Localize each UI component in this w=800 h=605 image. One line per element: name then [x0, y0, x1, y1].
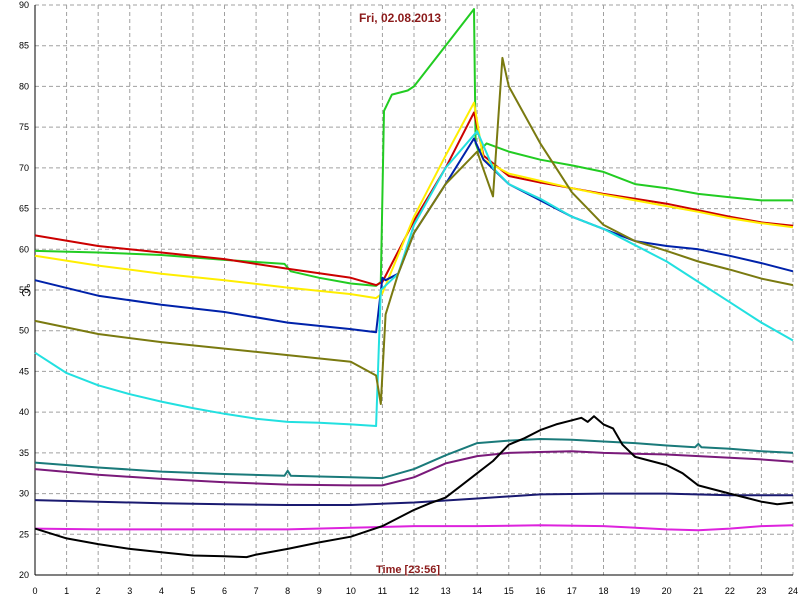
x-tick-label: 22 [725, 586, 735, 596]
y-tick-label: 80 [19, 81, 29, 91]
y-tick-label: 45 [19, 366, 29, 376]
x-axis-label: Time [23:56] [376, 564, 440, 576]
x-tick-label: 18 [598, 586, 608, 596]
x-tick-label: 6 [222, 586, 227, 596]
x-tick-label: 8 [285, 586, 290, 596]
y-tick-label: 30 [19, 489, 29, 499]
y-tick-label: 70 [19, 163, 29, 173]
x-tick-label: 13 [441, 586, 451, 596]
chart-svg: 0 1 2 3 4 5 6 7 8 9 10 11 12 13 14 15 16 17 18 19 20 21 22 23 24… [0, 0, 800, 600]
x-tick-label: 20 [662, 586, 672, 596]
chart-background [0, 0, 800, 600]
y-tick-label: 35 [19, 448, 29, 458]
y-tick-label: 85 [19, 41, 29, 51]
x-tick-label: 1 [64, 586, 69, 596]
y-tick-label: 90 [19, 0, 29, 10]
x-tick-label: 11 [378, 586, 387, 596]
y-axis-label: °C [19, 283, 33, 297]
x-tick-label: 12 [409, 586, 419, 596]
y-tick-label: 60 [19, 244, 29, 254]
x-tick-label: 2 [96, 586, 101, 596]
x-tick-label: 5 [190, 586, 195, 596]
x-tick-label: 19 [630, 586, 640, 596]
y-tick-label: 65 [19, 204, 29, 214]
x-tick-label: 4 [159, 586, 164, 596]
y-tick-label: 40 [19, 407, 29, 417]
x-tick-label: 16 [535, 586, 545, 596]
x-tick-label: 0 [32, 586, 37, 596]
x-tick-label: 3 [127, 586, 132, 596]
x-tick-label: 15 [504, 586, 514, 596]
y-tick-label: 75 [19, 122, 29, 132]
x-tick-label: 17 [567, 586, 577, 596]
y-tick-label: 50 [19, 326, 29, 336]
y-tick-label: 25 [19, 529, 29, 539]
x-tick-label: 10 [346, 586, 356, 596]
x-tick-label: 23 [756, 586, 766, 596]
x-tick-label: 7 [254, 586, 259, 596]
x-tick-label: 24 [788, 586, 798, 596]
x-tick-label: 21 [693, 586, 703, 596]
x-tick-label: 9 [317, 586, 322, 596]
chart-title: Fri, 02.08.2013 [359, 11, 441, 25]
y-tick-label: 20 [19, 570, 29, 580]
line-chart: 0 1 2 3 4 5 6 7 8 9 10 11 12 13 14 15 16 17 18 19 20 21 22 23 24… [0, 0, 800, 600]
x-tick-label: 14 [472, 586, 482, 596]
